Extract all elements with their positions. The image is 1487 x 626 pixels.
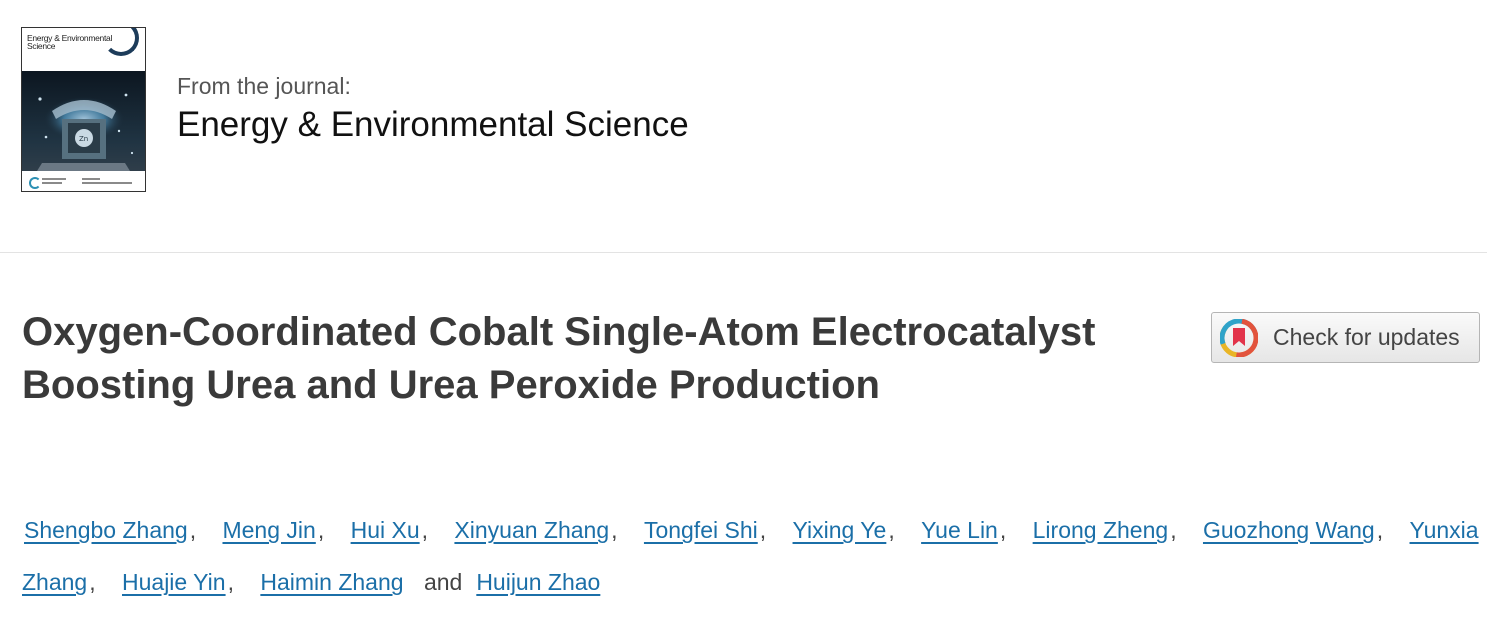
author-link[interactable]: Shengbo Zhang (22, 517, 190, 543)
author-separator: , (317, 517, 325, 543)
cover-footer (22, 171, 145, 191)
check-for-updates-label: Check for updates (1273, 324, 1460, 350)
author-link[interactable]: Yue Lin (919, 517, 1000, 543)
from-journal-label: From the journal: (177, 73, 351, 99)
author-link[interactable]: Lirong Zheng (1031, 517, 1171, 543)
header-divider (0, 252, 1487, 253)
author-list: Shengbo Zhang, Meng Jin, Hui Xu, Xinyuan… (22, 504, 1482, 608)
author-link[interactable]: Huijun Zhao (474, 569, 602, 595)
article-title: Oxygen-Coordinated Cobalt Single-Atom El… (22, 310, 1096, 407)
author-link[interactable]: Haimin Zhang (258, 569, 405, 595)
author-separator: , (1376, 517, 1384, 543)
author-link[interactable]: Tongfei Shi (642, 517, 760, 543)
author-link[interactable]: Meng Jin (220, 517, 317, 543)
cover-ring-graphic (103, 28, 139, 56)
svg-text:Zn: Zn (79, 135, 88, 143)
author-link[interactable]: Guozhong Wang (1201, 517, 1377, 543)
author-link[interactable]: Hui Xu (349, 517, 422, 543)
author-separator: , (888, 517, 895, 543)
author-link[interactable]: Yixing Ye (791, 517, 889, 543)
journal-header: Energy & Environmental Science Zn From t… (0, 0, 1487, 252)
publisher-logo-icon (29, 177, 41, 189)
author-link[interactable]: Xinyuan Zhang (452, 517, 611, 543)
author-separator: , (1170, 517, 1177, 543)
journal-name-link[interactable]: Energy & Environmental Science (177, 105, 689, 145)
author-separator: , (759, 517, 767, 543)
check-for-updates-button[interactable]: Check for updates (1211, 312, 1480, 363)
author-conjunction: and (423, 569, 463, 595)
author-separator: , (421, 517, 429, 543)
author-separator: , (999, 517, 1007, 543)
crossmark-icon (1220, 319, 1258, 357)
journal-cover-image[interactable]: Energy & Environmental Science Zn (21, 27, 146, 192)
author-separator: , (611, 517, 618, 543)
author-separator: , (189, 517, 197, 543)
author-separator: , (89, 569, 96, 595)
author-separator: , (227, 569, 234, 595)
author-link[interactable]: Huajie Yin (120, 569, 228, 595)
